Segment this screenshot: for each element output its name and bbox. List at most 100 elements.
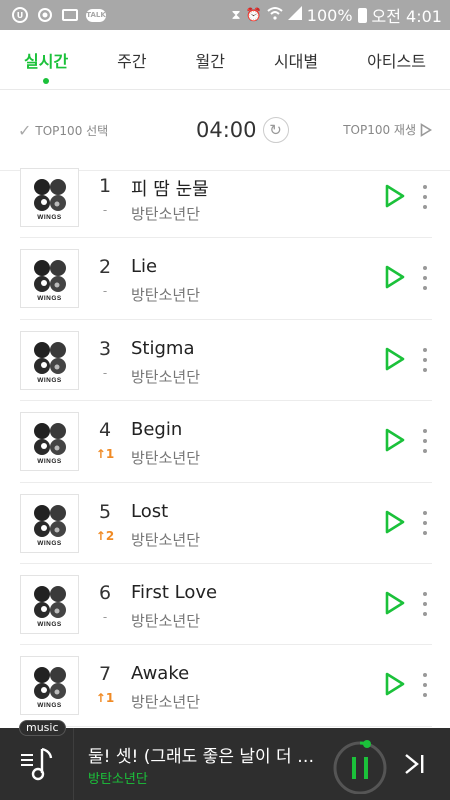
- song-row[interactable]: WINGS 2 - Lie 방탄소년단: [20, 238, 432, 320]
- more-dot: [423, 520, 427, 525]
- play-icon: [385, 184, 405, 208]
- song-rank: 1: [98, 175, 112, 197]
- playlist-button[interactable]: [0, 728, 74, 800]
- signal-icon: [287, 6, 302, 24]
- song-row[interactable]: WINGS 4 ↑1 Begin 방탄소년단: [20, 401, 432, 483]
- album-art: WINGS: [20, 330, 79, 390]
- song-row[interactable]: WINGS 3 - Stigma 방탄소년단: [20, 320, 432, 402]
- tab-realtime-label: 실시간: [24, 51, 69, 71]
- play-button[interactable]: [384, 509, 406, 535]
- song-row[interactable]: WINGS 1 - 피 땀 눈물 방탄소년단: [20, 157, 432, 239]
- album-text: WINGS: [37, 540, 62, 547]
- now-playing-title[interactable]: 둘! 셋! (그래도 좋은 날이 더 많기를): [88, 742, 328, 767]
- more-options-button[interactable]: [418, 347, 432, 372]
- album-text: WINGS: [37, 377, 62, 384]
- tab-monthly[interactable]: 월간: [196, 48, 225, 72]
- battery-icon: [357, 7, 367, 23]
- song-artist: 방탄소년단: [131, 693, 201, 712]
- play-button[interactable]: [384, 346, 406, 372]
- pause-button[interactable]: [330, 734, 390, 795]
- alarm-icon: ⏰: [245, 7, 262, 23]
- play-button[interactable]: [384, 264, 406, 290]
- album-art: WINGS: [20, 574, 79, 634]
- song-rank: 3: [98, 337, 112, 360]
- more-options-button[interactable]: [418, 591, 432, 616]
- song-row[interactable]: WINGS 7 ↑1 Awake 방탄소년단: [20, 645, 432, 727]
- more-dot: [423, 591, 427, 596]
- more-options-button[interactable]: [418, 673, 432, 698]
- more-options-button[interactable]: [418, 510, 432, 535]
- song-title: Lie: [131, 256, 158, 278]
- more-options-button[interactable]: [418, 429, 432, 454]
- status-bar: U TALK ⧗ ⏰ 100% 오전 4:01: [0, 0, 450, 30]
- song-rank: 5: [98, 500, 112, 523]
- tab-era[interactable]: 시대별: [274, 48, 318, 72]
- more-dot: [423, 530, 427, 535]
- more-dot: [423, 205, 427, 209]
- refresh-icon[interactable]: ↻: [262, 117, 289, 143]
- vibrate-icon: ⧗: [231, 7, 241, 23]
- song-artist: 방탄소년단: [131, 449, 201, 468]
- song-rank: 2: [98, 256, 112, 279]
- more-options-button[interactable]: [418, 185, 432, 209]
- top100-select-button[interactable]: ✓ TOP100 선택: [18, 121, 108, 140]
- song-artist: 방탄소년단: [131, 530, 201, 549]
- more-dot: [423, 683, 427, 688]
- song-row[interactable]: WINGS 5 ↑2 Lost 방탄소년단: [20, 483, 432, 564]
- tab-era-label: 시대별: [273, 51, 319, 71]
- rank-change: ↑2: [95, 528, 115, 543]
- skip-next-icon: [405, 754, 424, 774]
- now-playing-artist: 방탄소년단: [88, 772, 148, 787]
- song-row[interactable]: WINGS 6 - First Love 방탄소년단: [20, 564, 432, 646]
- album-text: WINGS: [37, 621, 62, 628]
- album-text: WINGS: [37, 295, 62, 302]
- song-title: Begin: [131, 419, 183, 441]
- album-art: WINGS: [20, 412, 79, 472]
- chart-time-label: 04:00: [196, 118, 257, 142]
- album-text: WINGS: [37, 214, 62, 221]
- song-rank: 4: [98, 419, 112, 442]
- play-button[interactable]: [384, 427, 406, 453]
- album-text: WINGS: [37, 458, 62, 465]
- more-dot: [423, 429, 427, 434]
- song-title: First Love: [131, 581, 218, 603]
- chart-tabs: 실시간 주간 월간 시대별 아티스트: [0, 30, 450, 90]
- more-dot: [423, 673, 427, 678]
- rank-change: -: [102, 203, 108, 217]
- song-title: 피 땀 눈물: [131, 179, 209, 200]
- more-dot: [423, 286, 427, 291]
- play-icon: [385, 428, 405, 452]
- album-text: WINGS: [37, 702, 62, 709]
- next-track-button[interactable]: [402, 750, 428, 778]
- more-dot: [423, 439, 427, 444]
- top100-play-button[interactable]: TOP100 재생: [343, 121, 432, 138]
- play-button[interactable]: [384, 183, 406, 209]
- tab-realtime[interactable]: 실시간: [24, 48, 69, 84]
- wifi-icon: [267, 6, 283, 24]
- album-art: WINGS: [20, 656, 79, 716]
- play-icon: [385, 510, 405, 533]
- tab-monthly-label: 월간: [195, 51, 225, 71]
- rank-change: -: [102, 365, 108, 380]
- song-artist: 방탄소년단: [131, 367, 201, 386]
- song-title: Lost: [131, 500, 169, 522]
- more-dot: [423, 693, 427, 698]
- play-icon: [385, 266, 405, 289]
- more-dot: [423, 611, 427, 616]
- tab-artist[interactable]: 아티스트: [367, 48, 426, 72]
- u-icon: U: [12, 7, 28, 23]
- song-list: WINGS 1 - 피 땀 눈물 방탄소년단 WINGS 2 - Lie 방탄소…: [0, 157, 450, 727]
- play-button[interactable]: [384, 590, 406, 616]
- more-dot: [423, 367, 427, 372]
- tab-artist-label: 아티스트: [367, 51, 426, 71]
- more-dot: [423, 276, 427, 281]
- status-time: 오전 4:01: [371, 7, 442, 26]
- song-rank: 6: [98, 581, 112, 604]
- song-title: Awake: [131, 663, 190, 685]
- play-button[interactable]: [384, 671, 406, 697]
- mini-player: music 둘! 셋! (그래도 좋은 날이 더 많기를) 방탄소년단: [0, 720, 450, 800]
- tab-weekly[interactable]: 주간: [117, 48, 146, 72]
- more-options-button[interactable]: [418, 266, 432, 291]
- check-icon: ✓: [18, 121, 32, 140]
- more-dot: [423, 601, 427, 606]
